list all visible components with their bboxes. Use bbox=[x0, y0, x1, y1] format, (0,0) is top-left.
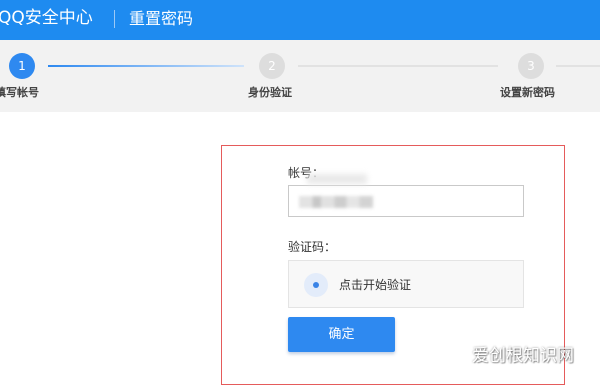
header-bar: QQ安全中心 重置密码 bbox=[0, 0, 600, 40]
verify-button-label: 点击开始验证 bbox=[339, 278, 412, 292]
step-2-circle: 2 bbox=[259, 53, 285, 79]
confirm-button[interactable]: 确定 bbox=[288, 317, 395, 352]
header-divider bbox=[114, 10, 115, 28]
account-input[interactable] bbox=[288, 174, 524, 217]
step-indicator: 1 2 3 填写帐号 身份验证 设置新密码 bbox=[0, 40, 600, 112]
step-1-label: 填写帐号 bbox=[0, 86, 39, 99]
verify-dot-icon bbox=[304, 273, 328, 297]
step-1-circle: 1 bbox=[9, 53, 35, 79]
watermark-text: 爱创根知识网 bbox=[472, 346, 574, 366]
step-3-label: 设置新密码 bbox=[500, 86, 555, 99]
step-2-label: 身份验证 bbox=[248, 86, 292, 99]
page-title: 重置密码 bbox=[129, 9, 194, 28]
start-verification-button[interactable]: 点击开始验证 bbox=[288, 260, 524, 308]
step-connector-3 bbox=[556, 65, 600, 67]
brand-title[interactable]: QQ安全中心 bbox=[0, 8, 93, 28]
step-connector-2 bbox=[298, 65, 498, 67]
step-connector-1 bbox=[48, 65, 244, 67]
captcha-label: 验证码： bbox=[288, 240, 337, 254]
blurred-account-value bbox=[299, 196, 373, 208]
blurred-overlay bbox=[307, 174, 367, 184]
step-3-circle: 3 bbox=[518, 53, 544, 79]
